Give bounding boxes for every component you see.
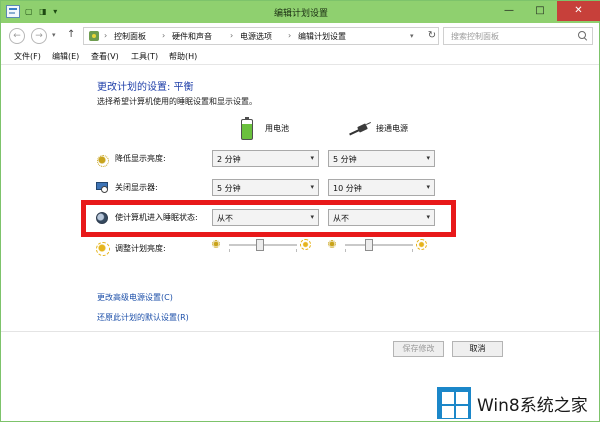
save-button[interactable]: 保存修改 bbox=[393, 341, 444, 357]
page-subtitle: 选择希望计算机使用的睡眠设置和显示设置。 bbox=[97, 97, 257, 106]
breadcrumb-separator: › bbox=[288, 31, 292, 40]
low-brightness-icon bbox=[212, 240, 220, 248]
recent-locations-chevron-icon[interactable]: ▾ bbox=[52, 31, 56, 39]
address-dropdown-icon[interactable]: ▾ bbox=[410, 32, 414, 40]
chevron-down-icon: ▾ bbox=[426, 183, 430, 191]
highlight-annotation bbox=[81, 200, 456, 237]
high-brightness-icon bbox=[300, 239, 311, 250]
advanced-power-settings-link[interactable]: 更改高级电源设置(C) bbox=[97, 292, 173, 303]
address-bar: ← → ▾ ↑ › 控制面板 › 硬件和声音 › 电源选项 › 编辑计划设置 ▾… bbox=[1, 23, 599, 49]
breadcrumb-item[interactable]: 电源选项 bbox=[240, 31, 272, 42]
select-value: 2 分钟 bbox=[217, 155, 241, 164]
breadcrumb-separator: › bbox=[162, 31, 166, 40]
menu-help[interactable]: 帮助(H) bbox=[169, 51, 197, 62]
monitor-icon bbox=[96, 181, 108, 193]
breadcrumb-item[interactable]: 控制面板 bbox=[114, 31, 146, 42]
close-button[interactable]: ✕ bbox=[557, 1, 600, 21]
power-plug-icon bbox=[349, 121, 371, 136]
slider-thumb[interactable] bbox=[364, 239, 373, 251]
brightness-label: 调整计划亮度: bbox=[115, 244, 166, 253]
watermark-text: Win8系统之家 bbox=[477, 396, 588, 416]
windows-logo-icon bbox=[437, 387, 471, 419]
low-brightness-icon bbox=[328, 240, 336, 248]
brightness-battery-slider[interactable] bbox=[212, 239, 311, 252]
chevron-down-icon: ▾ bbox=[426, 154, 430, 162]
restore-defaults-link[interactable]: 还原此计划的默认设置(R) bbox=[97, 312, 189, 323]
watermark: Win8系统之家 bbox=[437, 383, 600, 422]
breadcrumb-item[interactable]: 硬件和声音 bbox=[172, 31, 212, 42]
cancel-button[interactable]: 取消 bbox=[452, 341, 503, 357]
slider-ticks bbox=[345, 249, 413, 252]
select-value: 5 分钟 bbox=[333, 155, 357, 164]
battery-icon bbox=[241, 117, 253, 140]
menu-file[interactable]: 文件(F) bbox=[14, 51, 41, 62]
button-bar-divider bbox=[1, 331, 599, 332]
brightness-ac-slider[interactable] bbox=[328, 239, 427, 252]
control-panel-window: ▢ ◨ ▾ 编辑计划设置 — □ ✕ ← → ▾ ↑ › 控制面板 › 硬件和声… bbox=[0, 0, 600, 422]
breadcrumb-separator: › bbox=[230, 31, 234, 40]
slider-thumb[interactable] bbox=[255, 239, 264, 251]
up-button[interactable]: ↑ bbox=[67, 29, 75, 40]
breadcrumb[interactable]: › 控制面板 › 硬件和声音 › 电源选项 › 编辑计划设置 ▾ bbox=[83, 27, 439, 45]
minimize-button[interactable]: — bbox=[494, 1, 524, 21]
breadcrumb-item[interactable]: 编辑计划设置 bbox=[298, 31, 346, 42]
menu-bar: 文件(F) 编辑(E) 查看(V) 工具(T) 帮助(H) bbox=[1, 49, 599, 65]
refresh-button[interactable]: ↻ bbox=[425, 27, 439, 45]
turn-off-display-battery-select[interactable]: 5 分钟 ▾ bbox=[212, 179, 319, 196]
slider-track[interactable] bbox=[345, 244, 413, 246]
search-placeholder: 搜索控制面板 bbox=[451, 32, 499, 41]
dim-display-ac-select[interactable]: 5 分钟 ▾ bbox=[328, 150, 435, 167]
turn-off-display-ac-select[interactable]: 10 分钟 ▾ bbox=[328, 179, 435, 196]
control-panel-icon bbox=[88, 30, 100, 42]
chevron-down-icon: ▾ bbox=[310, 154, 314, 162]
battery-column-label: 用电池 bbox=[265, 124, 289, 133]
turn-off-display-label: 关闭显示器: bbox=[115, 183, 158, 192]
forward-button[interactable]: → bbox=[31, 28, 47, 44]
breadcrumb-separator: › bbox=[104, 31, 108, 40]
dim-display-label: 降低显示亮度: bbox=[115, 154, 166, 163]
main-content: 更改计划的设置: 平衡 选择希望计算机使用的睡眠设置和显示设置。 用电池 接通电… bbox=[1, 66, 599, 363]
menu-tools[interactable]: 工具(T) bbox=[131, 51, 158, 62]
maximize-button[interactable]: □ bbox=[525, 1, 555, 21]
select-value: 5 分钟 bbox=[217, 184, 241, 193]
menu-view[interactable]: 查看(V) bbox=[91, 51, 119, 62]
high-brightness-icon bbox=[416, 239, 427, 250]
chevron-down-icon: ▾ bbox=[310, 183, 314, 191]
title-bar[interactable]: ▢ ◨ ▾ 编辑计划设置 — □ ✕ bbox=[1, 1, 600, 23]
brightness-icon bbox=[96, 242, 110, 256]
dim-display-icon bbox=[96, 154, 109, 167]
select-value: 10 分钟 bbox=[333, 184, 362, 193]
back-button[interactable]: ← bbox=[9, 28, 25, 44]
page-title: 更改计划的设置: 平衡 bbox=[97, 82, 194, 93]
search-input[interactable]: 搜索控制面板 bbox=[443, 27, 593, 45]
plugged-in-column-label: 接通电源 bbox=[376, 124, 408, 133]
menu-edit[interactable]: 编辑(E) bbox=[52, 51, 79, 62]
search-icon[interactable] bbox=[578, 31, 587, 40]
dim-display-battery-select[interactable]: 2 分钟 ▾ bbox=[212, 150, 319, 167]
